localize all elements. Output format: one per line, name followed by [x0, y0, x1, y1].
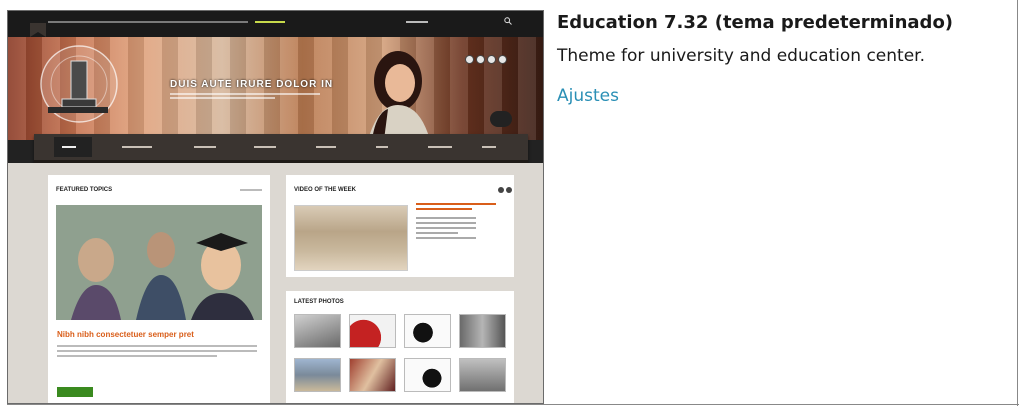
bottom-border: [7, 404, 1019, 405]
ribbon-icon: [30, 23, 46, 37]
photo-thumb: [404, 314, 451, 348]
preview-main-nav: [34, 134, 528, 163]
video-of-week-card: VIDEO OF THE WEEK: [286, 175, 514, 277]
hero-subtitle: [170, 93, 320, 99]
video-heading: VIDEO OF THE WEEK: [294, 187, 357, 193]
preview-content-area: FEATURED TOPICS Nibh nibh consectetuer s…: [8, 163, 543, 403]
preview-hero-banner: DUIS AUTE IRURE DOLOR IN: [8, 37, 543, 144]
theme-preview-thumbnail[interactable]: DUIS AUTE IRURE DOLOR IN FEATURED TOPICS: [7, 10, 544, 404]
photo-thumb: [459, 314, 506, 348]
featured-excerpt: [57, 345, 257, 360]
social-icons: [465, 49, 509, 68]
hero-title: DUIS AUTE IRURE DOLOR IN: [170, 79, 334, 90]
preview-signin-link: [406, 19, 428, 25]
featured-headline: Nibh nibh consectetuer semper pret: [57, 330, 194, 339]
read-more-button: [57, 387, 93, 397]
graduates-photo: [56, 205, 262, 320]
latest-photos-card: LATEST PHOTOS: [286, 291, 514, 403]
photos-heading: LATEST PHOTOS: [294, 299, 344, 305]
video-still-image: [294, 205, 408, 271]
photo-thumb: [294, 358, 341, 392]
featured-topics-heading: FEATURED TOPICS: [56, 187, 113, 193]
nav-item: [428, 144, 452, 150]
photo-thumb: [349, 314, 396, 348]
settings-link[interactable]: Ajustes: [557, 86, 619, 106]
slider-arrows: [490, 111, 512, 127]
photo-thumb: [459, 358, 506, 392]
nav-item: [122, 144, 152, 150]
theme-name: Education 7.32 (tema predeterminado): [557, 12, 954, 33]
photo-thumb: [404, 358, 451, 392]
nav-item: [316, 144, 336, 150]
photo-thumb: [294, 314, 341, 348]
photo-thumb: [349, 358, 396, 392]
theme-description: Theme for university and education cente…: [557, 46, 925, 66]
nav-item: [254, 144, 276, 150]
search-icon: [504, 17, 512, 25]
video-description: [416, 217, 476, 242]
nav-item: [62, 144, 76, 150]
nav-item: [482, 144, 496, 150]
nav-item: [194, 144, 216, 150]
preview-top-bar: [8, 11, 543, 37]
hero-portrait-image: [368, 51, 430, 140]
university-seal-logo: [40, 45, 118, 123]
right-border: [1017, 0, 1018, 406]
preview-notice-bar: [48, 19, 286, 25]
nav-item: [376, 144, 388, 150]
video-title: [416, 203, 496, 213]
featured-topics-card: FEATURED TOPICS Nibh nibh consectetuer s…: [48, 175, 270, 403]
